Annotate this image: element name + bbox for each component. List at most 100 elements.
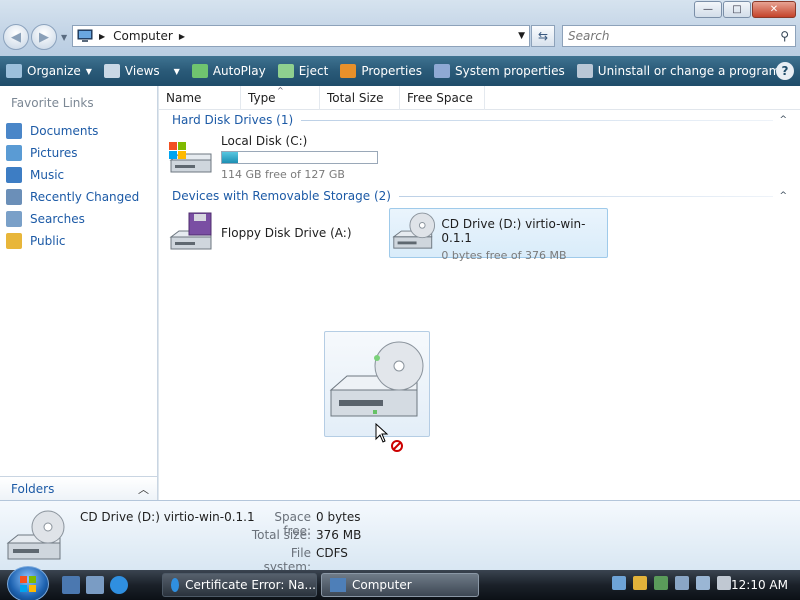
help-icon[interactable]: ? <box>776 62 794 80</box>
organize-label: Organize <box>27 64 81 78</box>
breadcrumb-arrow-icon[interactable]: ▶ <box>179 32 185 41</box>
forward-button[interactable]: ▶ <box>31 24 57 50</box>
column-header-total-size[interactable]: Total Size <box>320 86 400 110</box>
group-label: Devices with Removable Storage (2) <box>172 189 391 203</box>
views-icon <box>103 64 120 78</box>
window-controls: — □ ✕ <box>693 1 796 18</box>
public-icon <box>6 233 22 249</box>
computer-icon <box>330 578 346 592</box>
start-button[interactable] <box>7 566 49 600</box>
maximize-button[interactable]: □ <box>723 1 751 18</box>
item-properties: Space free: 0 bytes Total size: 376 MB Fil… <box>245 510 362 574</box>
autoplay-button[interactable]: AutoPlay <box>186 56 272 86</box>
tray-network-icon[interactable] <box>675 576 689 590</box>
folders-toggle[interactable]: Folders ︿ <box>0 476 157 500</box>
refresh-button[interactable]: ⇆ <box>531 25 555 47</box>
favorite-links-list: Documents Pictures Music Recently Change… <box>6 120 139 252</box>
close-button[interactable]: ✕ <box>752 1 796 18</box>
taskbar-button-computer[interactable]: Computer <box>321 573 479 597</box>
hard-drive-icon <box>169 142 212 173</box>
property-label: Space free: <box>274 510 311 538</box>
column-header-free-space[interactable]: Free Space <box>400 86 485 110</box>
show-desktop-icon[interactable] <box>62 576 80 594</box>
nav-link-public[interactable]: Public <box>6 230 139 252</box>
address-bar[interactable]: ▶ Computer ▶ ▼ <box>72 25 530 47</box>
search-placeholder: Search <box>568 29 610 43</box>
views-button[interactable]: Views ▼ <box>98 56 186 86</box>
system-properties-label: System properties <box>454 64 565 78</box>
nav-link-label: Recently Changed <box>30 190 140 204</box>
music-icon <box>6 167 22 183</box>
internet-explorer-icon <box>171 578 180 592</box>
breadcrumb-computer[interactable]: Computer <box>113 29 173 43</box>
nav-link-label: Searches <box>30 212 85 226</box>
pictures-icon <box>6 145 22 161</box>
search-input[interactable]: Search ⚲ <box>562 25 796 47</box>
drag-preview <box>324 331 430 437</box>
recent-pages-dropdown[interactable]: ▼ <box>61 33 67 42</box>
group-header-removable-storage[interactable]: Devices with Removable Storage (2) ^ <box>172 187 787 205</box>
drive-name: CD Drive (D:) virtio-win-0.1.1 <box>441 217 586 245</box>
security-shield-icon[interactable] <box>633 576 647 590</box>
column-header-type[interactable]: ^ Type <box>241 86 320 110</box>
autoplay-label: AutoPlay <box>212 64 266 78</box>
property-value-total-size: 376 MB <box>316 528 362 542</box>
eject-button[interactable]: Eject <box>272 56 335 86</box>
sort-ascending-icon: ^ <box>277 86 284 95</box>
group-label: Hard Disk Drives (1) <box>172 113 294 127</box>
property-label: Total size: <box>251 528 311 542</box>
computer-icon <box>77 29 93 42</box>
disk-usage-fill <box>222 152 238 163</box>
column-label: Free Space <box>407 91 473 105</box>
nav-link-label: Public <box>30 234 66 248</box>
nav-link-pictures[interactable]: Pictures <box>6 142 139 164</box>
back-arrow-icon: ◀ <box>11 29 21 45</box>
uninstall-button[interactable]: Uninstall or change a program <box>571 56 787 86</box>
volume-muted-icon[interactable] <box>717 576 731 590</box>
switch-windows-icon[interactable] <box>86 576 104 594</box>
system-properties-button[interactable]: System properties <box>428 56 571 86</box>
properties-label: Properties <box>361 64 422 78</box>
nav-link-documents[interactable]: Documents <box>6 120 139 142</box>
back-button[interactable]: ◀ <box>3 24 29 50</box>
clock[interactable]: 12:10 AM <box>731 578 788 592</box>
column-header-row: Name ^ Type Total Size Free Space <box>159 86 800 110</box>
nav-link-searches[interactable]: Searches <box>6 208 139 230</box>
disk-usage-bar <box>221 151 378 164</box>
nav-link-music[interactable]: Music <box>6 164 139 186</box>
network-tray-icon[interactable] <box>612 576 626 590</box>
display-tray-icon[interactable] <box>696 576 710 590</box>
search-icon[interactable]: ⚲ <box>780 29 789 43</box>
group-header-hard-disk-drives[interactable]: Hard Disk Drives (1) ^ <box>172 111 787 129</box>
eject-icon <box>277 64 294 78</box>
chevron-up-icon: ︿ <box>138 482 149 496</box>
address-dropdown-icon[interactable]: ▼ <box>518 31 525 41</box>
selected-item-name: CD Drive (D:) virtio-win-0.1.1 <box>80 510 255 524</box>
breadcrumb-arrow-icon[interactable]: ▶ <box>99 32 105 41</box>
drive-tile-cd-drive[interactable]: CD Drive (D:) virtio-win-0.1.1 0 bytes f… <box>389 208 608 262</box>
property-value-space-free: 0 bytes <box>316 510 361 524</box>
property-label: File system: <box>263 546 311 574</box>
uninstall-icon <box>576 64 593 78</box>
taskbar-button-certificate-error[interactable]: Certificate Error: Na... <box>162 573 317 597</box>
searches-icon <box>6 211 22 227</box>
organize-icon <box>6 64 22 78</box>
column-header-name[interactable]: Name <box>159 86 241 110</box>
mouse-pointer-icon <box>375 423 389 443</box>
internet-explorer-icon[interactable] <box>110 576 128 594</box>
nav-link-recently-changed[interactable]: Recently Changed <box>6 186 139 208</box>
properties-button[interactable]: Properties <box>334 56 428 86</box>
organize-button[interactable]: Organize ▼ <box>0 56 98 86</box>
nav-buttons: ◀ ▶ ▼ <box>3 24 67 50</box>
drive-tile-floppy[interactable]: Floppy Disk Drive (A:) <box>167 210 382 256</box>
checkmark-icon <box>340 64 357 78</box>
floppy-drive-icon <box>169 212 212 250</box>
drive-name: Local Disk (C:) <box>221 134 308 148</box>
column-label: Type <box>248 91 276 105</box>
navigation-pane: Favorite Links Documents Pictures Music … <box>0 86 158 500</box>
tray-app-icon[interactable] <box>654 576 668 590</box>
task-label: Certificate Error: Na... <box>185 578 316 592</box>
drive-tile-local-disk[interactable]: Local Disk (C:) 114 GB free of 127 GB <box>167 134 389 182</box>
system-properties-icon <box>433 64 450 78</box>
minimize-button[interactable]: — <box>694 1 722 18</box>
